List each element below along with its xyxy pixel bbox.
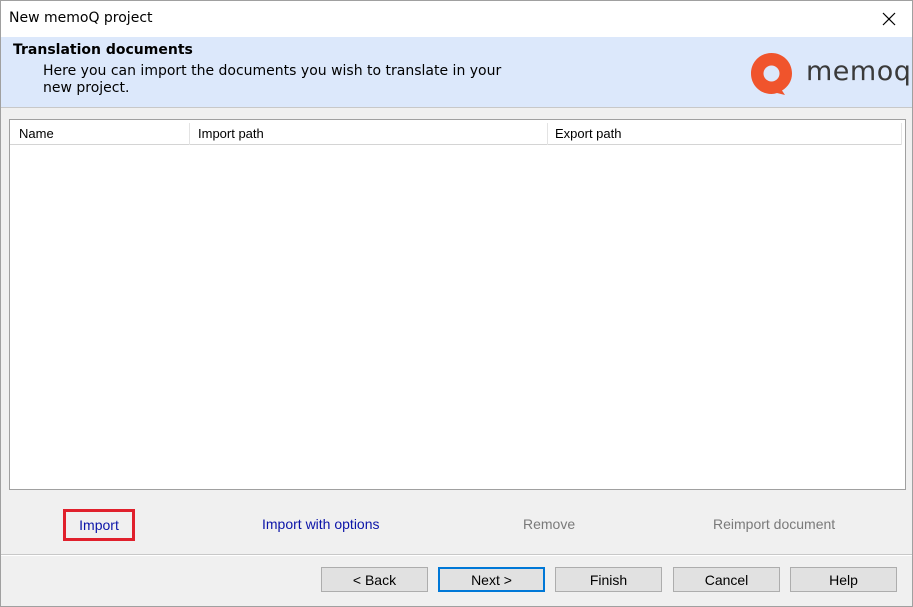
logo-text: memoq [806,55,912,87]
back-button[interactable]: < Back [321,567,428,592]
cancel-button[interactable]: Cancel [673,567,780,592]
close-button[interactable] [866,1,912,37]
column-header-name[interactable]: Name [10,123,190,145]
footer-divider-highlight [1,555,912,556]
documents-list-header: Name Import path Export path [10,123,902,145]
column-header-import-path[interactable]: Import path [190,123,548,145]
column-header-export-path[interactable]: Export path [548,123,902,145]
page-description: Here you can import the documents you wi… [43,63,502,96]
title-bar: New memoQ project [1,1,912,37]
finish-button[interactable]: Finish [555,567,662,592]
window-title: New memoQ project [9,10,153,26]
close-icon [882,12,896,26]
reimport-document-link: Reimport document [713,516,836,532]
import-with-options-link[interactable]: Import with options [262,516,380,532]
documents-list[interactable]: Name Import path Export path [9,119,906,490]
wizard-header: Translation documents Here you can impor… [1,37,912,108]
remove-link: Remove [523,516,576,532]
next-button[interactable]: Next > [438,567,545,592]
new-project-dialog: New memoQ project Translation documents … [0,0,913,607]
document-actions: Import Import with options Remove Reimpo… [1,501,912,549]
help-button[interactable]: Help [790,567,897,592]
memoq-logo-icon [751,52,792,95]
page-title: Translation documents [13,42,193,58]
memoq-logo: memoq [749,51,911,95]
import-link[interactable]: Import [63,509,135,541]
